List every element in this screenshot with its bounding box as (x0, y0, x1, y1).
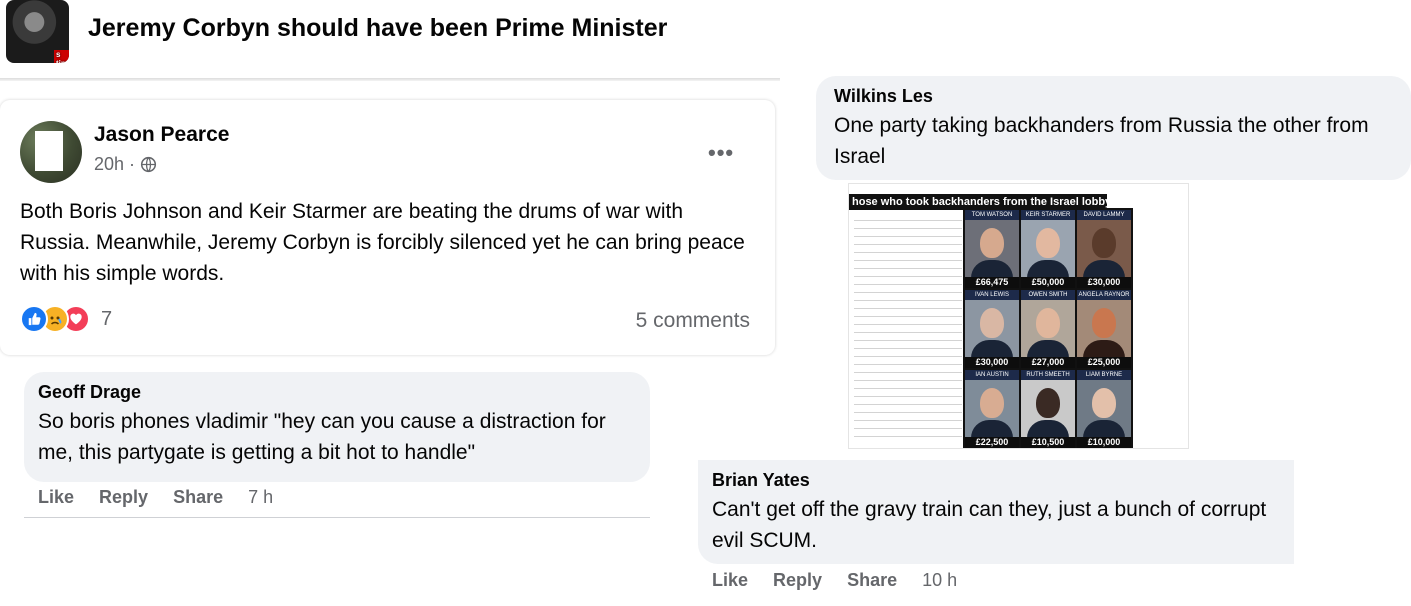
like-button[interactable]: Like (712, 570, 748, 591)
comment-bubble-wilkins: Wilkins Les One party taking backhanders… (816, 76, 1411, 180)
mp-name: ANGELA RAYNOR (1077, 290, 1131, 300)
mp-amount: £25,000 (1077, 357, 1131, 368)
commenter-name[interactable]: Wilkins Les (834, 86, 1397, 107)
mp-name: DAVID LAMMY (1077, 210, 1131, 220)
group-avatar-text: s tim (54, 50, 69, 63)
reply-button[interactable]: Reply (773, 570, 822, 591)
image-mp-grid: TOM WATSON £66,475 KEIR STARMER £50,000 … (963, 208, 1133, 448)
comment-actions: Like Reply Share 7 h (38, 487, 298, 508)
reactions-summary[interactable]: 7 (20, 305, 112, 333)
mp-name: LIAM BYRNE (1077, 370, 1131, 380)
comment-bubble-geoff: Geoff Drage So boris phones vladimir "he… (24, 372, 650, 482)
group-avatar[interactable]: s tim (6, 0, 69, 63)
mp-cell: DAVID LAMMY £30,000 (1077, 210, 1131, 288)
mp-name: KEIR STARMER (1021, 210, 1075, 220)
mp-amount: £27,000 (1021, 357, 1075, 368)
mp-amount: £66,475 (965, 277, 1019, 288)
share-button[interactable]: Share (847, 570, 897, 591)
group-header: s tim Jeremy Corbyn should have been Pri… (0, 0, 780, 78)
reply-button[interactable]: Reply (99, 487, 148, 508)
post-card: Jason Pearce 20h · ••• Both Boris Johnso… (0, 100, 775, 355)
header-divider (0, 78, 780, 81)
comment-time[interactable]: 7 h (248, 487, 273, 508)
like-button[interactable]: Like (38, 487, 74, 508)
reaction-count: 7 (101, 307, 113, 330)
comment-text: Can't get off the gravy train can they, … (712, 498, 1267, 552)
commenter-name[interactable]: Brian Yates (712, 470, 1280, 491)
like-icon (20, 305, 48, 333)
mp-amount: £30,000 (1077, 277, 1131, 288)
post-time[interactable]: 20h · (94, 154, 135, 175)
mp-cell: LIAM BYRNE £10,000 (1077, 370, 1131, 448)
mp-cell: ANGELA RAYNOR £25,000 (1077, 290, 1131, 368)
share-button[interactable]: Share (173, 487, 223, 508)
mp-name: RUTH SMEETH (1021, 370, 1075, 380)
author-avatar[interactable] (20, 121, 82, 183)
mp-name: IAN AUSTIN (965, 370, 1019, 380)
image-donation-list (854, 214, 962, 444)
comment-image[interactable]: hose who took backhanders from the Israe… (848, 183, 1189, 449)
globe-icon (140, 156, 157, 173)
comment-divider (24, 517, 650, 518)
group-title[interactable]: Jeremy Corbyn should have been Prime Min… (88, 14, 667, 43)
comment-bubble-brian: Brian Yates Can't get off the gravy trai… (698, 460, 1294, 564)
comments-count-link[interactable]: 5 comments (636, 309, 750, 333)
commenter-name[interactable]: Geoff Drage (38, 382, 636, 403)
comment-text: So boris phones vladimir "hey can you ca… (38, 410, 606, 464)
mp-name: OWEN SMITH (1021, 290, 1075, 300)
mp-name: TOM WATSON (965, 210, 1019, 220)
mp-amount: £22,500 (965, 437, 1019, 448)
mp-amount: £50,000 (1021, 277, 1075, 288)
mp-cell: IAN AUSTIN £22,500 (965, 370, 1019, 448)
post-meta: 20h · (94, 154, 157, 175)
comment-text: One party taking backhanders from Russia… (834, 114, 1369, 168)
mp-amount: £10,000 (1077, 437, 1131, 448)
mp-cell: OWEN SMITH £27,000 (1021, 290, 1075, 368)
mp-cell: RUTH SMEETH £10,500 (1021, 370, 1075, 448)
post-text: Both Boris Johnson and Keir Starmer are … (20, 200, 745, 285)
mp-name: IVAN LEWIS (965, 290, 1019, 300)
mp-amount: £30,000 (965, 357, 1019, 368)
mp-amount: £10,500 (1021, 437, 1075, 448)
mp-cell: IVAN LEWIS £30,000 (965, 290, 1019, 368)
comment-actions: Like Reply Share 10 h (712, 570, 982, 591)
more-options-icon[interactable]: ••• (708, 140, 734, 166)
mp-cell: TOM WATSON £66,475 (965, 210, 1019, 288)
comment-time[interactable]: 10 h (922, 570, 957, 591)
mp-cell: KEIR STARMER £50,000 (1021, 210, 1075, 288)
author-name[interactable]: Jason Pearce (94, 123, 229, 147)
